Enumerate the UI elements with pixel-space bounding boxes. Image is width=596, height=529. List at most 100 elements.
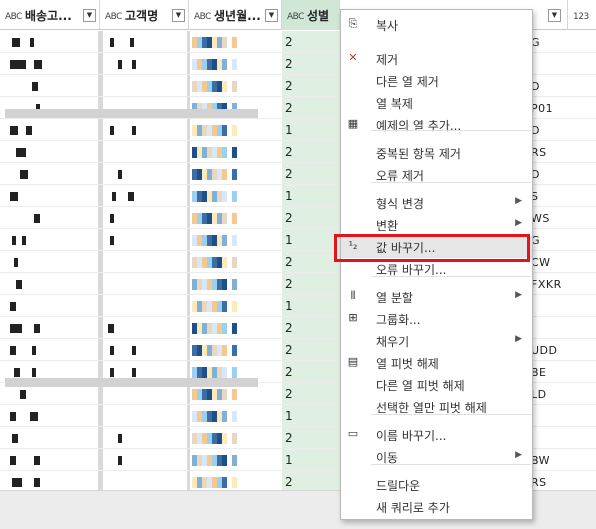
menu-item-label: 채우기 (376, 335, 410, 349)
menu-separator (371, 130, 531, 131)
text-type-icon[interactable]: ABC (105, 12, 123, 22)
redacted-block (12, 434, 18, 443)
gender-cell[interactable]: 2 (285, 383, 293, 405)
highlight-box (334, 234, 530, 262)
gender-cell[interactable]: 1 (285, 185, 293, 207)
redacted-block (112, 192, 116, 201)
gender-cell[interactable]: 2 (285, 31, 293, 53)
redacted-block (108, 324, 114, 333)
menu-item-12[interactable]: ⫴ 열 분할 ▶ (341, 286, 532, 308)
gender-cell[interactable]: 2 (285, 427, 293, 449)
menu-item-label: 그룹화... (376, 313, 421, 327)
unpivot-icon: ▤ (347, 355, 359, 368)
menu-separator (371, 276, 531, 277)
pixel-swatch (232, 125, 237, 136)
pixel-swatch (232, 169, 237, 180)
column-header-number[interactable]: 123 (568, 0, 596, 30)
gender-cell[interactable]: 1 (285, 405, 293, 427)
gender-cell[interactable]: 2 (285, 471, 293, 490)
menu-item-14[interactable]: 채우기 ▶ (341, 330, 532, 352)
menu-item-6[interactable]: 중복된 항목 제거 (341, 142, 532, 164)
menu-item-9[interactable]: 변환 ▶ (341, 214, 532, 236)
redacted-bar (5, 378, 258, 387)
pixel-swatch (232, 235, 237, 246)
column-header-birth[interactable]: ABC 생년월... ▼ (189, 0, 282, 30)
menu-item-3[interactable]: 다른 열 제거 (341, 70, 532, 92)
pixel-swatch (232, 367, 237, 378)
gender-cell[interactable]: 2 (285, 251, 293, 273)
value-cell[interactable]: BE (531, 361, 547, 383)
menu-item-21[interactable]: 새 쿼리로 추가 (341, 496, 532, 518)
chevron-right-icon: ▶ (515, 450, 522, 460)
filter-dropdown-icon[interactable]: ▼ (548, 9, 561, 22)
gender-cell[interactable]: 2 (285, 317, 293, 339)
redacted-block (132, 368, 136, 377)
text-type-icon[interactable]: ABC (194, 12, 212, 22)
menu-item-20[interactable]: 드릴다운 (341, 474, 532, 496)
gender-cell[interactable]: 2 (285, 97, 293, 119)
redacted-block (110, 214, 114, 223)
value-cell[interactable]: LD (531, 383, 547, 405)
menu-item-13[interactable]: ⊞ 그룹화... (341, 308, 532, 330)
column-header-gender[interactable]: ABC 성별 (282, 0, 340, 30)
gender-cell[interactable]: 2 (285, 75, 293, 97)
filter-dropdown-icon[interactable]: ▼ (83, 9, 96, 22)
value-cell[interactable]: P01 (531, 97, 553, 119)
pixel-swatch (232, 213, 237, 224)
pixel-swatch (232, 257, 237, 268)
text-type-icon[interactable]: ABC (5, 12, 23, 22)
menu-item-label: 제거 (376, 53, 399, 67)
gender-cell[interactable]: 1 (285, 119, 293, 141)
gender-cell[interactable]: 2 (285, 361, 293, 383)
redacted-block (10, 346, 16, 355)
value-cell[interactable]: BW (531, 449, 550, 471)
chevron-right-icon: ▶ (515, 196, 522, 206)
redacted-block (34, 478, 40, 487)
redacted-block (30, 38, 34, 47)
value-cell[interactable]: WS (531, 207, 550, 229)
menu-item-4[interactable]: 열 복제 (341, 92, 532, 114)
menu-item-15[interactable]: ▤ 열 피벗 해제 (341, 352, 532, 374)
gender-cell[interactable]: 2 (285, 273, 293, 295)
column-header-partial[interactable]: ▼ (533, 0, 568, 30)
menu-item-5[interactable]: ▦ 예제의 열 추가... (341, 114, 532, 136)
menu-item-label: 복사 (376, 19, 399, 33)
menu-item-2[interactable]: ✕ 제거 (341, 48, 532, 70)
menu-item-label: 드릴다운 (376, 479, 421, 493)
column-header-shipping[interactable]: ABC 배송고... ▼ (0, 0, 100, 30)
menu-item-16[interactable]: 다른 열 피벗 해제 (341, 374, 532, 396)
menu-item-label: 다른 열 피벗 해제 (376, 379, 465, 393)
gender-cell[interactable]: 2 (285, 53, 293, 75)
remove-icon: ✕ (348, 51, 358, 64)
filter-dropdown-icon[interactable]: ▼ (172, 9, 185, 22)
menu-item-18[interactable]: ▭ 이름 바꾸기... (341, 424, 532, 446)
pixel-swatch (232, 191, 237, 202)
gender-cell[interactable]: 2 (285, 339, 293, 361)
text-type-icon[interactable]: ABC (287, 12, 305, 22)
column-label: 생년월... (214, 8, 261, 23)
menu-item-8[interactable]: 형식 변경 ▶ (341, 192, 532, 214)
value-cell[interactable]: CW (531, 251, 551, 273)
filter-dropdown-icon[interactable]: ▼ (265, 9, 278, 22)
column-header-customer[interactable]: ABC 고객명 ▼ (100, 0, 189, 30)
value-cell[interactable]: FXKR (531, 273, 562, 295)
value-cell[interactable]: UDD (531, 339, 558, 361)
redacted-block (10, 60, 26, 69)
gender-cell[interactable]: 1 (285, 295, 293, 317)
value-cell[interactable]: RS (531, 471, 547, 490)
redacted-block (16, 148, 26, 157)
gender-cell[interactable]: 2 (285, 141, 293, 163)
gender-cell[interactable]: 2 (285, 163, 293, 185)
group-by-icon: ⊞ (348, 311, 358, 324)
gender-cell[interactable]: 2 (285, 207, 293, 229)
menu-item-label: 열 피벗 해제 (376, 357, 439, 371)
redacted-block (10, 302, 16, 311)
gender-cell[interactable]: 1 (285, 229, 293, 251)
menu-item-1[interactable]: ⎘ 복사 (341, 14, 532, 36)
redacted-block (32, 82, 38, 91)
pixel-swatch (232, 279, 237, 290)
value-cell[interactable]: RS (531, 141, 547, 163)
gender-cell[interactable]: 1 (285, 449, 293, 471)
menu-separator (371, 464, 531, 465)
number-type-icon[interactable]: 123 (573, 12, 591, 22)
